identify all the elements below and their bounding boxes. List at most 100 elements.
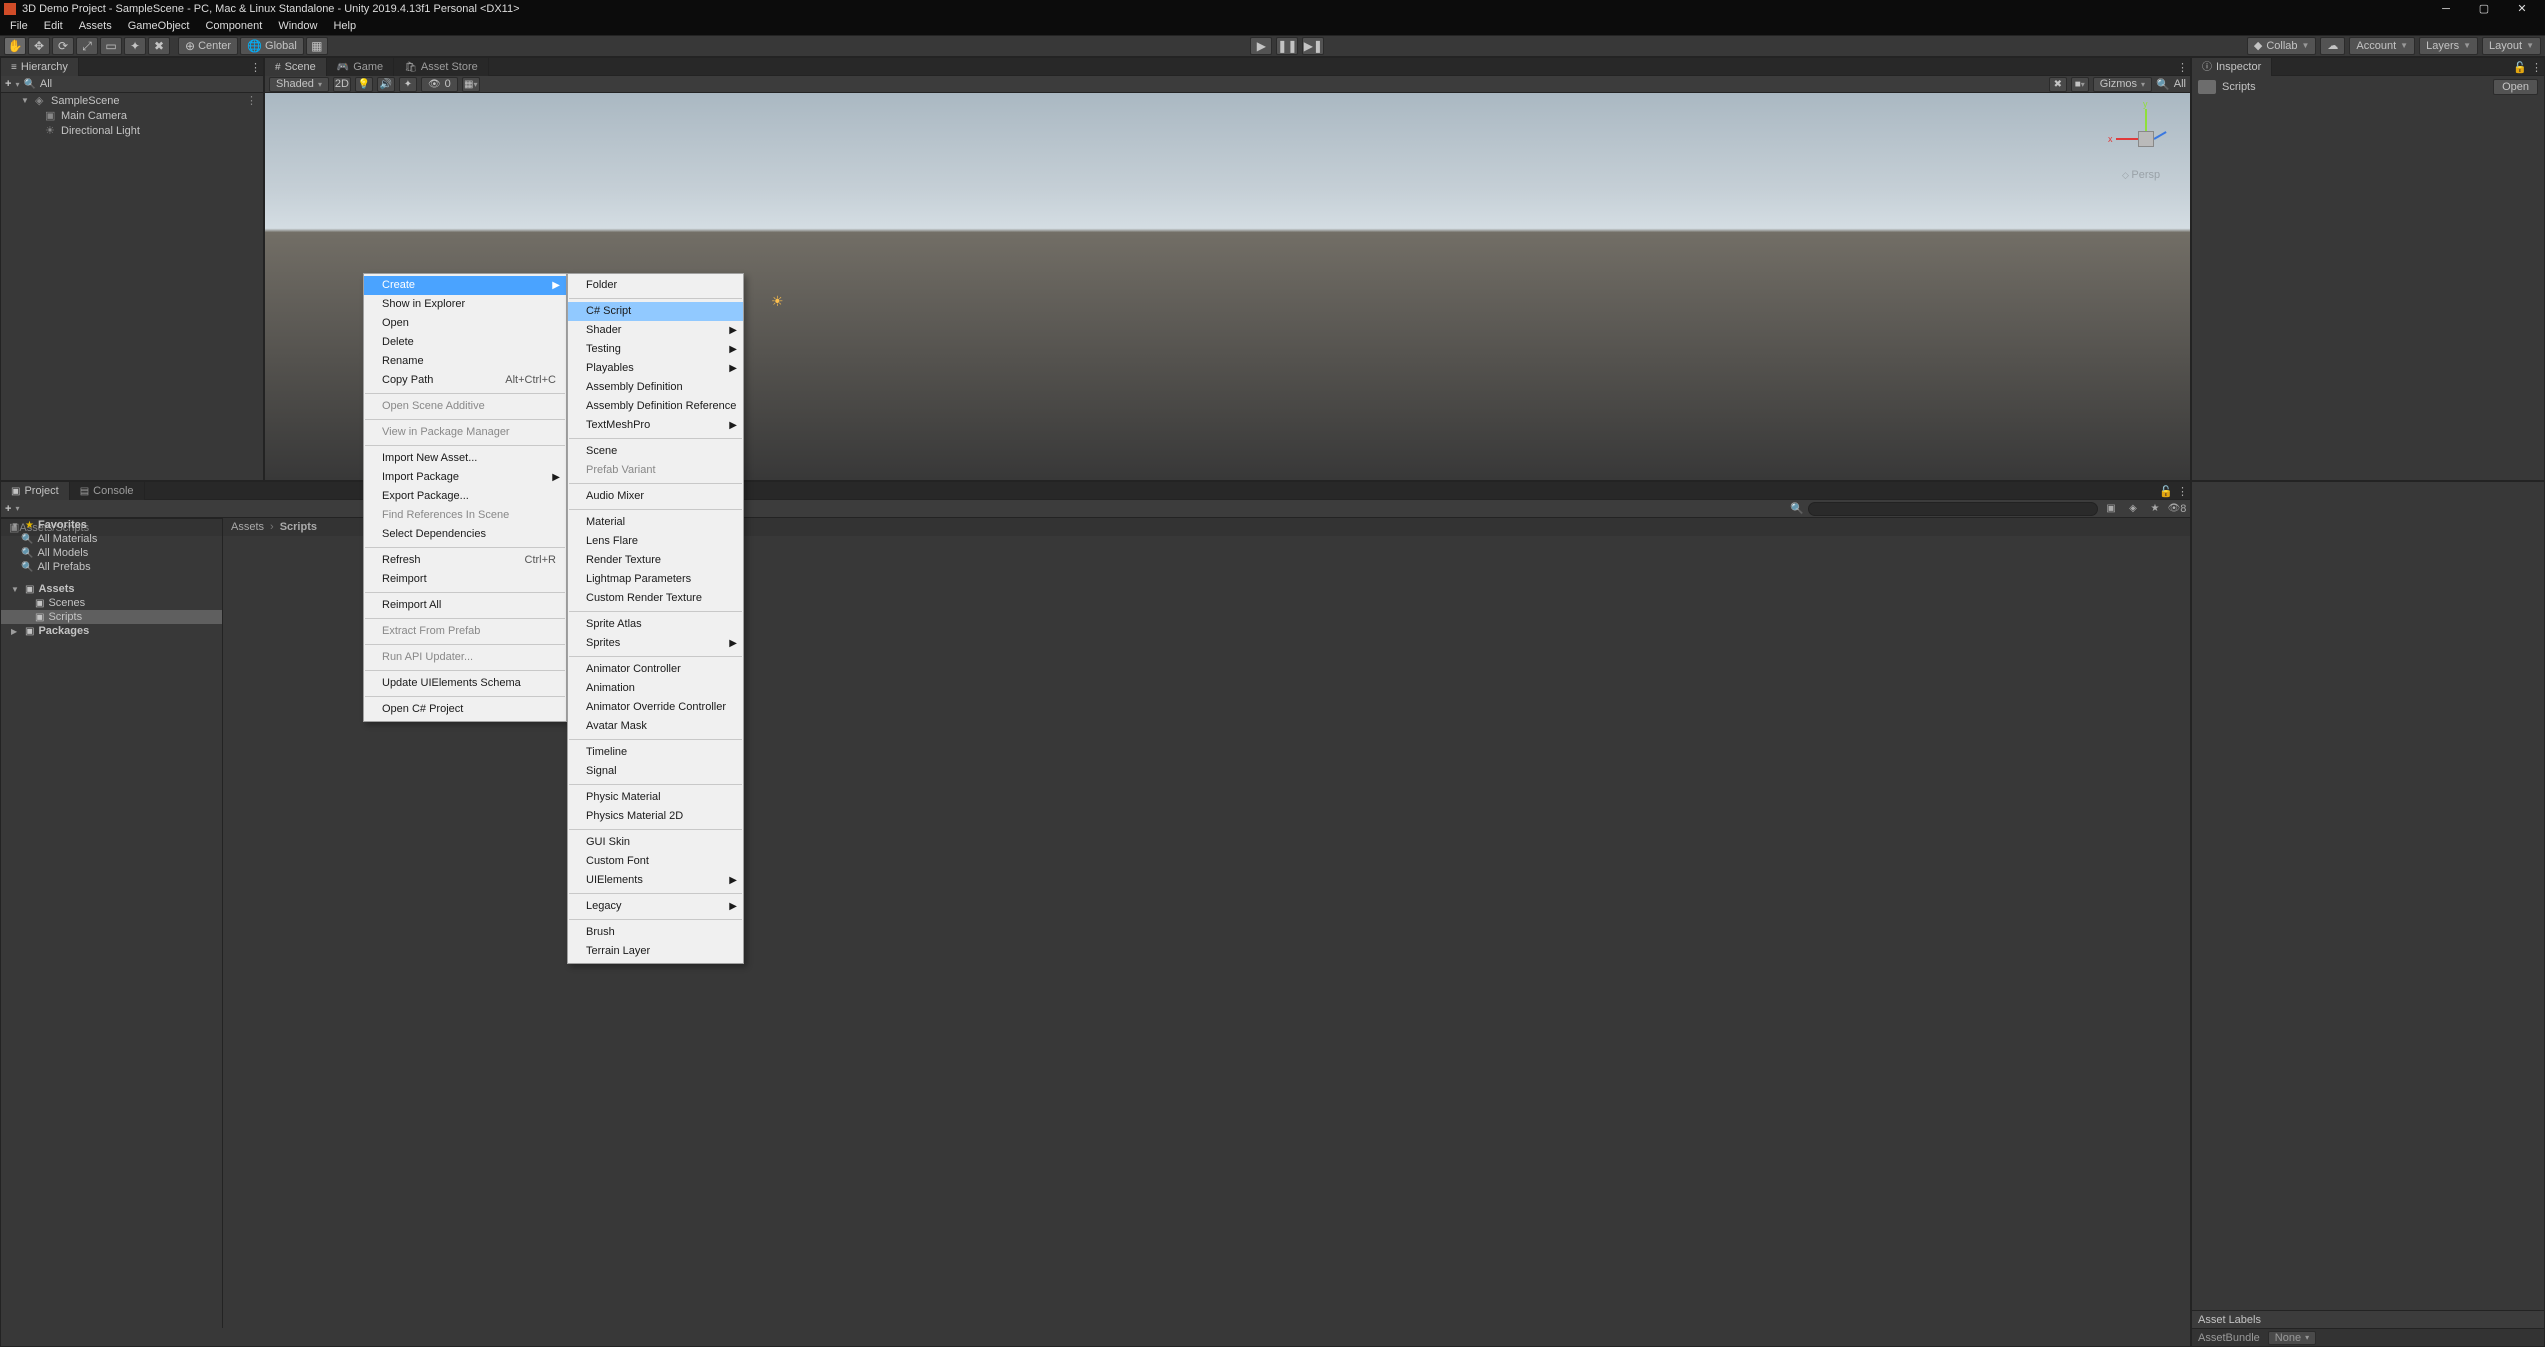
- pivot-center-toggle[interactable]: ⊕ Center: [178, 37, 238, 55]
- lock-icon[interactable]: 🔓: [2159, 485, 2173, 498]
- menu-item[interactable]: Legacy▶: [568, 897, 743, 916]
- layout-dropdown[interactable]: Layout ▼: [2482, 37, 2541, 55]
- menu-item[interactable]: Signal: [568, 762, 743, 781]
- camera-settings[interactable]: ✖: [2049, 77, 2067, 92]
- menu-item[interactable]: UIElements▶: [568, 871, 743, 890]
- scene-visibility-dropdown[interactable]: 👁 0: [421, 77, 458, 92]
- menu-item[interactable]: Physics Material 2D: [568, 807, 743, 826]
- audio-toggle[interactable]: 🔊: [377, 77, 395, 92]
- persp-label[interactable]: ◇ Persp: [2122, 169, 2160, 181]
- gizmos-dropdown[interactable]: Gizmos▾: [2093, 77, 2152, 92]
- game-tab[interactable]: 🎮Game: [327, 58, 394, 76]
- menu-gameobject[interactable]: GameObject: [120, 17, 198, 35]
- folder-item[interactable]: ▣Scenes: [1, 596, 222, 610]
- fx-toggle[interactable]: ✦: [399, 77, 417, 92]
- favorites-group[interactable]: ▼★Favorites: [1, 518, 222, 532]
- menu-item[interactable]: Export Package...: [364, 487, 566, 506]
- breadcrumb-item[interactable]: Scripts: [280, 521, 317, 533]
- menu-item[interactable]: Import Package▶: [364, 468, 566, 487]
- open-button[interactable]: Open: [2493, 79, 2538, 95]
- menu-item[interactable]: Show in Explorer: [364, 295, 566, 314]
- scene-tools[interactable]: ■▾: [2071, 77, 2089, 92]
- scale-tool-button[interactable]: ⤢: [76, 37, 98, 55]
- rect-tool-button[interactable]: ▭: [100, 37, 122, 55]
- menu-item[interactable]: C# Script: [568, 302, 743, 321]
- hand-tool-button[interactable]: ✋: [4, 37, 26, 55]
- menu-item[interactable]: Shader▶: [568, 321, 743, 340]
- menu-item[interactable]: Playables▶: [568, 359, 743, 378]
- transform-tool-button[interactable]: ✦: [124, 37, 146, 55]
- menu-item[interactable]: Delete: [364, 333, 566, 352]
- create-button[interactable]: +: [5, 503, 11, 515]
- lighting-toggle[interactable]: 💡: [355, 77, 373, 92]
- search-by-label[interactable]: ◈: [2124, 502, 2142, 516]
- custom-tool-button[interactable]: ✖: [148, 37, 170, 55]
- menu-item[interactable]: Open C# Project: [364, 700, 566, 719]
- menu-item[interactable]: Testing▶: [568, 340, 743, 359]
- search-by-type[interactable]: ▣: [2102, 502, 2120, 516]
- menu-item[interactable]: Sprites▶: [568, 634, 743, 653]
- favorite-item[interactable]: 🔍All Prefabs: [1, 560, 222, 574]
- menu-item[interactable]: Material: [568, 513, 743, 532]
- global-local-toggle[interactable]: 🌐 Global: [240, 37, 304, 55]
- project-tab[interactable]: ▣Project: [1, 482, 70, 500]
- asset-store-tab[interactable]: 🛍Asset Store: [394, 58, 489, 76]
- search-all-label[interactable]: All: [40, 78, 52, 90]
- menu-item[interactable]: Lens Flare: [568, 532, 743, 551]
- save-search[interactable]: ★: [2146, 502, 2164, 516]
- menu-help[interactable]: Help: [325, 17, 364, 35]
- scene-menu-icon[interactable]: ⋮: [246, 94, 257, 107]
- menu-item[interactable]: Rename: [364, 352, 566, 371]
- cloud-button[interactable]: ☁: [2320, 37, 2345, 55]
- menu-item[interactable]: Assembly Definition: [568, 378, 743, 397]
- menu-item[interactable]: Animator Override Controller: [568, 698, 743, 717]
- menu-item[interactable]: Folder: [568, 276, 743, 295]
- directional-light-gizmo[interactable]: ☀: [771, 293, 784, 310]
- scene-root[interactable]: ▼◈SampleScene⋮: [1, 93, 263, 108]
- menu-item[interactable]: RefreshCtrl+R: [364, 551, 566, 570]
- pause-button[interactable]: ❚❚: [1276, 37, 1298, 55]
- favorite-item[interactable]: 🔍All Materials: [1, 532, 222, 546]
- menu-item[interactable]: Render Texture: [568, 551, 743, 570]
- panel-menu-icon[interactable]: ⋮: [2177, 485, 2188, 498]
- panel-menu-icon[interactable]: ⋮: [2531, 61, 2542, 74]
- snap-toggle[interactable]: ▦: [306, 37, 328, 55]
- hierarchy-tab[interactable]: ≡Hierarchy: [1, 58, 79, 76]
- menu-item[interactable]: Scene: [568, 442, 743, 461]
- hidden-packages[interactable]: 👁8: [2168, 502, 2186, 516]
- collab-dropdown[interactable]: ◆ Collab ▼: [2247, 37, 2317, 55]
- menu-item[interactable]: Sprite Atlas: [568, 615, 743, 634]
- menu-file[interactable]: File: [2, 17, 36, 35]
- packages-group[interactable]: ▶▣Packages: [1, 624, 222, 638]
- menu-item[interactable]: Lightmap Parameters: [568, 570, 743, 589]
- maximize-button[interactable]: ▢: [2465, 0, 2503, 17]
- menu-item[interactable]: Custom Render Texture: [568, 589, 743, 608]
- inspector-tab[interactable]: ⓘInspector: [2192, 58, 2272, 76]
- console-tab[interactable]: ▤Console: [70, 482, 145, 500]
- orientation-gizmo[interactable]: ◇ Persp: [2116, 103, 2176, 193]
- menu-item[interactable]: Physic Material: [568, 788, 743, 807]
- rotate-tool-button[interactable]: ⟳: [52, 37, 74, 55]
- menu-window[interactable]: Window: [270, 17, 325, 35]
- menu-item[interactable]: Audio Mixer: [568, 487, 743, 506]
- play-button[interactable]: ▶: [1250, 37, 1272, 55]
- menu-component[interactable]: Component: [197, 17, 270, 35]
- hierarchy-item-camera[interactable]: ▣Main Camera: [1, 108, 263, 123]
- menu-item[interactable]: Reimport All: [364, 596, 566, 615]
- shading-dropdown[interactable]: Shaded▾: [269, 77, 329, 92]
- hierarchy-item-light[interactable]: ☀Directional Light: [1, 123, 263, 138]
- mode-2d-toggle[interactable]: 2D: [333, 77, 351, 92]
- assets-group[interactable]: ▼▣Assets: [1, 582, 222, 596]
- project-search-input[interactable]: [1808, 502, 2098, 516]
- menu-item[interactable]: Terrain Layer: [568, 942, 743, 961]
- menu-item[interactable]: Timeline: [568, 743, 743, 762]
- menu-item[interactable]: Create▶: [364, 276, 566, 295]
- move-tool-button[interactable]: ✥: [28, 37, 50, 55]
- minimize-button[interactable]: ─: [2427, 0, 2465, 17]
- panel-menu-icon[interactable]: ⋮: [250, 61, 261, 74]
- menu-item[interactable]: Animation: [568, 679, 743, 698]
- menu-item[interactable]: Animator Controller: [568, 660, 743, 679]
- menu-item[interactable]: Select Dependencies: [364, 525, 566, 544]
- assetbundle-dropdown[interactable]: None▾: [2268, 1331, 2316, 1345]
- search-all-label[interactable]: All: [2174, 78, 2186, 90]
